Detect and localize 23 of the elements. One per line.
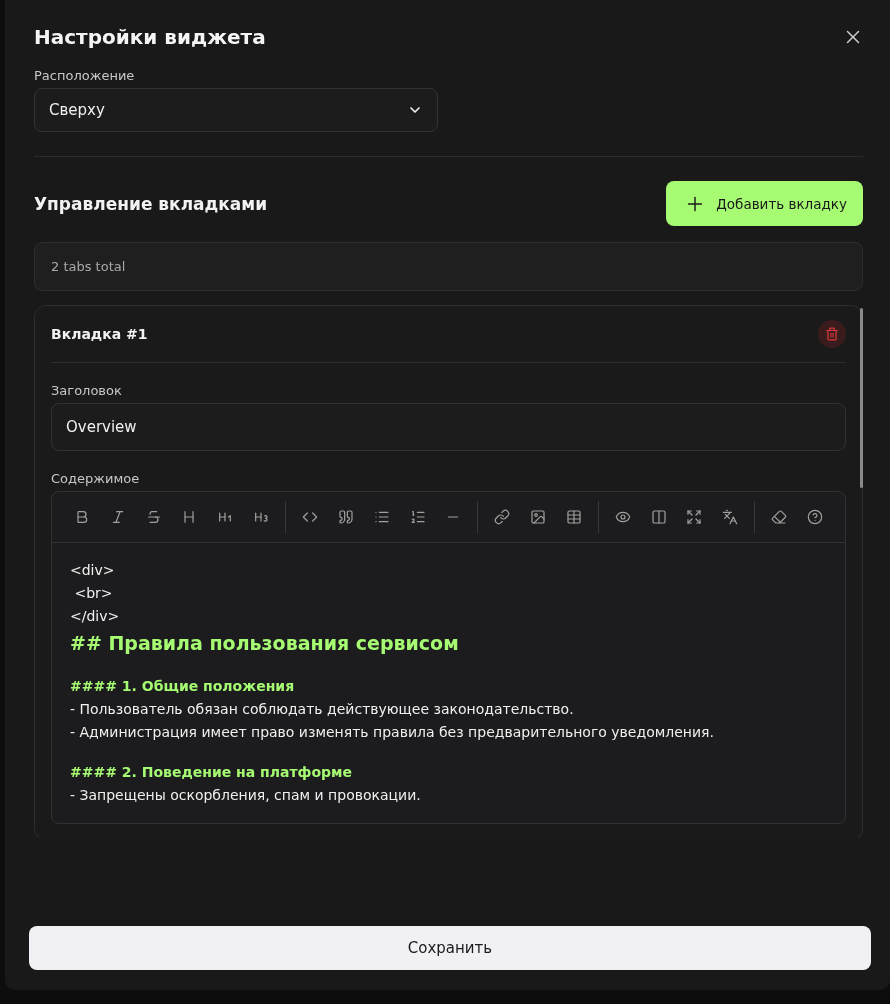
markdown-heading: #### 1. Общие положения: [70, 677, 296, 696]
markdown-heading: ## Правила пользования сервисом: [70, 631, 460, 656]
save-button[interactable]: Сохранить: [29, 926, 871, 970]
field-label: Расположение: [34, 68, 136, 83]
content-line: - Пользователь обязан соблюдать действующее законодательство.: [70, 700, 575, 719]
tab-card-title: Вкладка #1: [51, 326, 148, 342]
content-line: <br>: [73, 584, 114, 603]
add-tab-button[interactable]: Добавить вкладку: [666, 181, 863, 226]
title-input[interactable]: Overview: [51, 403, 846, 451]
section-title: Управление вкладками: [34, 193, 268, 214]
content-line: </div>: [70, 607, 121, 626]
markdown-editor[interactable]: [51, 491, 846, 824]
field-label: Заголовок: [51, 383, 123, 398]
placement-select[interactable]: Сверху: [34, 88, 438, 132]
content-line: <div>: [70, 561, 116, 580]
field-label: Содержимое: [51, 471, 141, 486]
tabs-count: 2 tabs total: [34, 242, 863, 291]
content-line: - Администрация имеет право изменять правила без предварительного уведомления.: [70, 723, 715, 742]
content-line: - Запрещены оскорбления, спам и провокации.: [70, 786, 422, 805]
markdown-heading: #### 2. Поведение на платформе: [70, 763, 354, 782]
delete-icon[interactable]: [818, 320, 846, 348]
dialog-title: Настройки виджета: [34, 25, 266, 49]
scrollbar[interactable]: [860, 308, 863, 488]
